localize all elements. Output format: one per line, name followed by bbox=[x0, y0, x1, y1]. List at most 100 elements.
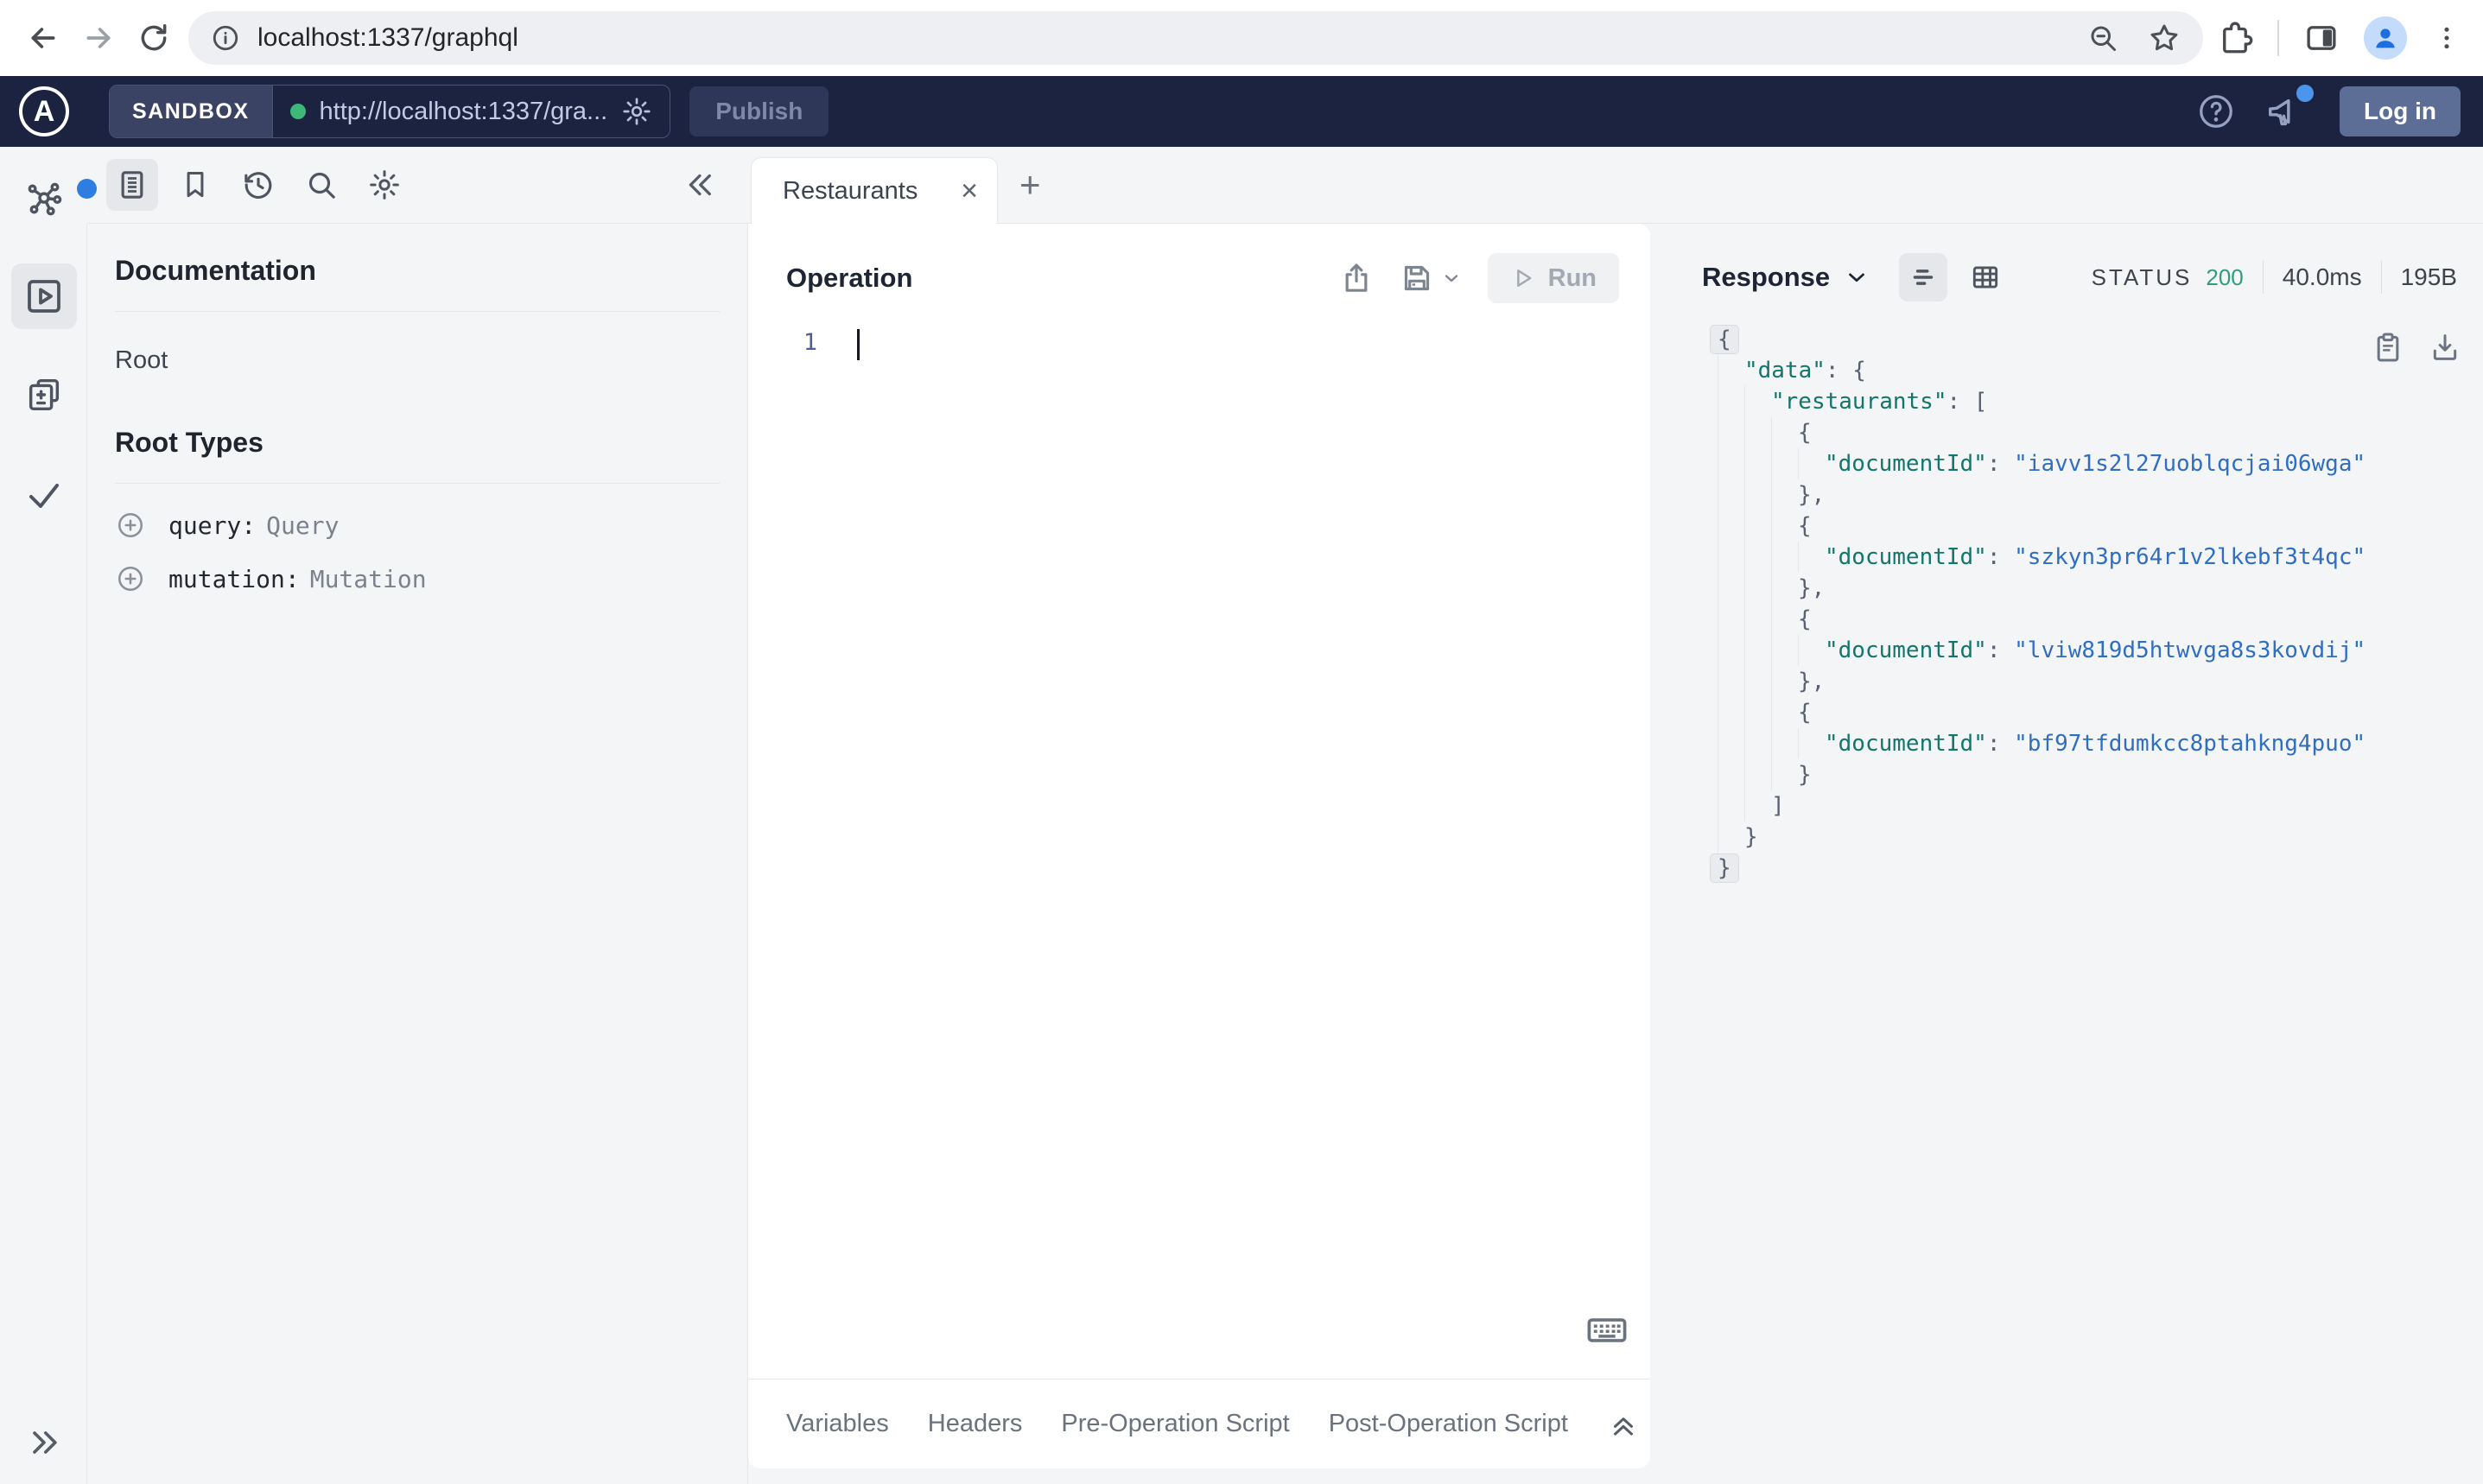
publish-button[interactable]: Publish bbox=[689, 86, 829, 136]
indent-guide bbox=[1798, 542, 1825, 573]
tab-variables[interactable]: Variables bbox=[786, 1410, 889, 1438]
address-bar[interactable]: localhost:1337/graphql bbox=[188, 11, 2203, 65]
line-number: 1 bbox=[803, 329, 817, 356]
status-label: STATUS bbox=[2091, 263, 2193, 290]
zoom-out-icon[interactable] bbox=[2087, 22, 2118, 54]
documentation-panel: Documentation Root Root Types query: Que… bbox=[87, 224, 748, 1484]
indent-guide bbox=[1744, 759, 1771, 790]
collapse-doc-panel-icon[interactable] bbox=[681, 167, 717, 203]
indent-guide bbox=[1718, 479, 1744, 511]
tab-headers[interactable]: Headers bbox=[928, 1410, 1023, 1438]
root-type-name[interactable]: Mutation bbox=[310, 565, 427, 593]
run-label: Run bbox=[1547, 263, 1597, 292]
root-type-query[interactable]: query: Query bbox=[115, 510, 720, 541]
indent-guide bbox=[1744, 666, 1771, 697]
root-type-mutation[interactable]: mutation: Mutation bbox=[115, 563, 720, 594]
apollo-logo-letter: A bbox=[33, 94, 55, 128]
expand-panel-icon[interactable] bbox=[1607, 1408, 1640, 1441]
close-tab-icon[interactable]: × bbox=[961, 176, 978, 206]
reload-icon[interactable] bbox=[126, 10, 181, 66]
indent-guide bbox=[1744, 604, 1771, 635]
menu-kebab-icon[interactable] bbox=[2431, 22, 2462, 54]
settings-gear-icon[interactable] bbox=[359, 159, 410, 211]
indent-guide bbox=[1771, 417, 1798, 448]
save-operation-group[interactable] bbox=[1400, 261, 1462, 295]
checks-icon[interactable] bbox=[11, 462, 77, 528]
profile-avatar[interactable] bbox=[2364, 16, 2407, 60]
back-icon[interactable] bbox=[16, 10, 71, 66]
copy-response-icon[interactable] bbox=[2371, 330, 2405, 365]
explorer-run-icon[interactable] bbox=[10, 263, 77, 329]
json-line: "documentId": "iavv1s2l27uoblqcjai06wga" bbox=[1718, 448, 2483, 479]
site-info-icon[interactable] bbox=[211, 23, 240, 53]
operation-editor[interactable]: Operation Run 1 bbox=[748, 224, 1650, 1379]
indent-guide bbox=[1718, 728, 1744, 759]
json-line: { bbox=[1718, 697, 2483, 728]
indent-guide bbox=[1718, 604, 1744, 635]
response-panel: Response STATUS 200 40.0ms 195B {"data"… bbox=[1650, 224, 2483, 1484]
endpoint-settings-gear-icon[interactable] bbox=[621, 96, 652, 127]
indent-guide bbox=[1718, 697, 1744, 728]
url-text[interactable]: localhost:1337/graphql bbox=[257, 23, 2087, 53]
json-line: { bbox=[1718, 417, 2483, 448]
chevron-down-icon bbox=[1849, 273, 1865, 282]
json-line: "documentId": "lviw819d5htwvga8s3kovdij" bbox=[1718, 635, 2483, 666]
root-type-field: mutation: bbox=[168, 564, 300, 593]
documentation-panel-icon[interactable] bbox=[106, 159, 158, 211]
root-type-field: query: bbox=[168, 511, 257, 540]
save-icon[interactable] bbox=[1400, 261, 1434, 295]
table-view-icon[interactable] bbox=[1961, 253, 2010, 301]
root-type-name[interactable]: Query bbox=[266, 511, 339, 540]
text-caret bbox=[857, 329, 860, 360]
help-icon[interactable] bbox=[2196, 92, 2236, 131]
run-button[interactable]: Run bbox=[1487, 253, 1619, 303]
saved-operations-icon[interactable] bbox=[169, 159, 221, 211]
indent-guide bbox=[1744, 448, 1771, 479]
bookmark-star-icon[interactable] bbox=[2148, 22, 2181, 54]
indent-guide bbox=[1744, 386, 1771, 417]
add-mutation-icon[interactable] bbox=[115, 563, 146, 594]
indent-guide bbox=[1744, 697, 1771, 728]
apollo-logo[interactable]: A bbox=[19, 86, 69, 136]
indent-guide bbox=[1771, 604, 1798, 635]
editor-bottom-bar: Variables Headers Pre-Operation Script P… bbox=[748, 1379, 1650, 1468]
fold-toggle[interactable]: { bbox=[1710, 325, 1739, 354]
indent-guide bbox=[1718, 666, 1744, 697]
download-response-icon[interactable] bbox=[2428, 330, 2462, 365]
schema-graph-icon[interactable] bbox=[11, 167, 97, 232]
json-line: "documentId": "bf97tfdumkcc8ptahkng4puo" bbox=[1718, 728, 2483, 759]
main-area: Restaurants × + Documentation Root Root … bbox=[0, 147, 2483, 1484]
tab-pre-operation-script[interactable]: Pre-Operation Script bbox=[1061, 1410, 1289, 1438]
schema-diff-icon[interactable] bbox=[11, 362, 77, 428]
json-line: ] bbox=[1718, 790, 2483, 821]
endpoint-input[interactable]: http://localhost:1337/gra... bbox=[273, 86, 670, 137]
history-icon[interactable] bbox=[232, 159, 284, 211]
announcements-megaphone-icon[interactable] bbox=[2265, 85, 2315, 131]
editor-column: Operation Run 1 Variables Headers Pre-Op… bbox=[748, 224, 1650, 1484]
new-tab-icon[interactable]: + bbox=[1007, 164, 1053, 206]
doc-toolbar bbox=[87, 147, 748, 223]
json-line: "data": { bbox=[1718, 355, 2483, 386]
extensions-icon[interactable] bbox=[2217, 20, 2253, 56]
indent-guide bbox=[1771, 448, 1798, 479]
root-link[interactable]: Root bbox=[115, 346, 720, 375]
side-panel-icon[interactable] bbox=[2303, 20, 2340, 56]
search-icon[interactable] bbox=[295, 159, 347, 211]
indent-guide bbox=[1718, 448, 1744, 479]
expand-rail-icon[interactable] bbox=[0, 1424, 87, 1462]
share-operation-icon[interactable] bbox=[1339, 261, 1374, 295]
login-button[interactable]: Log in bbox=[2340, 86, 2461, 136]
save-options-chevron-icon[interactable] bbox=[1441, 268, 1462, 289]
fold-toggle[interactable]: } bbox=[1710, 853, 1739, 883]
tab-post-operation-script[interactable]: Post-Operation Script bbox=[1329, 1410, 1568, 1438]
indent-guide bbox=[1744, 511, 1771, 542]
forward-icon[interactable] bbox=[71, 10, 126, 66]
divider bbox=[115, 311, 720, 312]
add-query-icon[interactable] bbox=[115, 510, 146, 541]
tab-restaurants[interactable]: Restaurants × bbox=[751, 157, 998, 224]
indent-guide bbox=[1718, 417, 1744, 448]
indent-guide bbox=[1771, 666, 1798, 697]
raw-view-icon[interactable] bbox=[1899, 253, 1948, 301]
keyboard-shortcuts-icon[interactable] bbox=[1584, 1308, 1629, 1353]
response-title-dropdown[interactable]: Response bbox=[1702, 262, 1870, 293]
